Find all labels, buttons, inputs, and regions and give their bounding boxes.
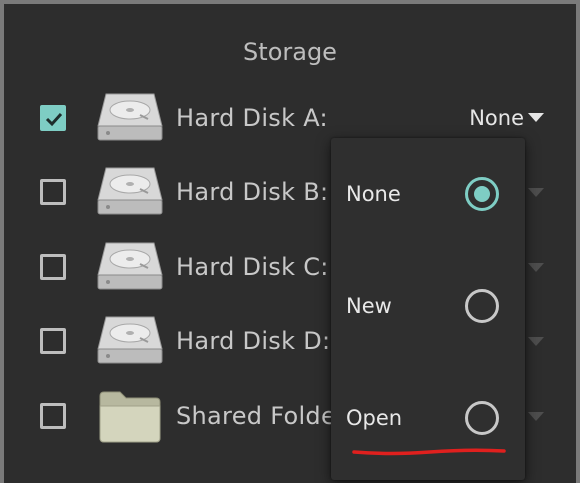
folder-icon xyxy=(99,391,161,443)
menu-item-none[interactable]: None xyxy=(331,165,525,225)
red-underline-annotation xyxy=(352,448,506,456)
hard-disk-b-checkbox[interactable] xyxy=(40,179,66,205)
hard-disk-icon xyxy=(97,242,163,290)
radio-unselected-icon[interactable] xyxy=(465,289,499,323)
hard-disk-a-label: Hard Disk A: xyxy=(176,104,328,132)
menu-item-label: None xyxy=(346,182,401,206)
shared-folder-label: Shared Folde xyxy=(176,402,337,430)
radio-selected-icon[interactable] xyxy=(465,177,499,211)
menu-item-label: New xyxy=(346,294,392,318)
dropdown-caret-icon[interactable] xyxy=(528,412,544,421)
hard-disk-a-value[interactable]: None xyxy=(469,106,524,130)
hard-disk-d-checkbox[interactable] xyxy=(40,328,66,354)
dropdown-caret-icon[interactable] xyxy=(528,188,544,197)
hard-disk-a-checkbox[interactable] xyxy=(40,105,66,131)
checkmark-icon xyxy=(45,112,63,127)
menu-item-label: Open xyxy=(346,406,403,430)
menu-item-new[interactable]: New xyxy=(331,277,525,337)
dropdown-caret-icon[interactable] xyxy=(528,263,544,272)
dropdown-menu: None New Open xyxy=(331,138,525,480)
hard-disk-b-label: Hard Disk B: xyxy=(176,178,329,206)
hard-disk-icon xyxy=(97,316,163,364)
radio-unselected-icon[interactable] xyxy=(465,401,499,435)
shared-folder-checkbox[interactable] xyxy=(40,403,66,429)
section-title: Storage xyxy=(243,38,337,66)
hard-disk-d-label: Hard Disk D: xyxy=(176,327,331,355)
hard-disk-icon xyxy=(97,93,163,141)
hard-disk-c-checkbox[interactable] xyxy=(40,254,66,280)
hard-disk-c-label: Hard Disk C: xyxy=(176,253,329,281)
hard-disk-icon xyxy=(97,167,163,215)
dropdown-caret-icon[interactable] xyxy=(528,337,544,346)
dropdown-caret-icon[interactable] xyxy=(528,113,544,122)
